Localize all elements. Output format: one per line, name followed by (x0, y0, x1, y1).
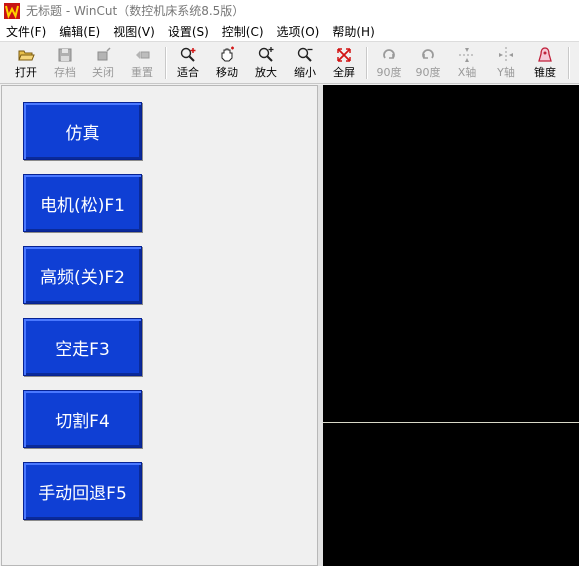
close-label: 关闭 (92, 66, 114, 79)
toolbar: 打开 存档 关闭 重置 适合 移动 放大 缩小 全屏 90度 90度 X轴 Y轴… (0, 42, 579, 84)
motor-toggle-button[interactable]: 电机(松)F1 (23, 174, 142, 232)
rotate-ccw-button[interactable]: 90度 (409, 45, 447, 81)
menu-file[interactable]: 文件(F) (0, 23, 53, 40)
taper-button[interactable]: 锥度 (526, 45, 564, 81)
menu-control[interactable]: 控制(C) (216, 23, 271, 40)
zoom-fit-icon (180, 47, 196, 62)
fullscreen-button[interactable]: 全屏 (325, 45, 363, 81)
toolbar-separator (366, 47, 368, 79)
rotate-cw-button[interactable]: 90度 (370, 45, 408, 81)
title-bar: 无标题 - WinCut（数控机床系统8.5版） (0, 0, 579, 21)
window-title: 无标题 - WinCut（数控机床系统8.5版） (26, 4, 245, 18)
zoom-in-icon (258, 47, 274, 62)
save-button[interactable]: 存档 (46, 45, 84, 81)
simulate-button[interactable]: 仿真 (23, 102, 142, 160)
rotate-cw-icon (383, 49, 395, 59)
drawing-canvas[interactable] (323, 85, 579, 566)
reset-icon (136, 51, 150, 59)
open-button[interactable]: 打开 (7, 45, 45, 81)
menu-view[interactable]: 视图(V) (107, 23, 162, 40)
open-folder-icon (18, 50, 35, 61)
toolbar-separator (165, 47, 167, 79)
dry-run-button[interactable]: 空走F3 (23, 318, 142, 376)
taper-icon (538, 47, 552, 62)
wincut-logo-icon (4, 2, 20, 19)
rotate-cw-label: 90度 (376, 66, 402, 79)
zoom-in-button[interactable]: 放大 (247, 45, 285, 81)
mirror-x-button[interactable]: X轴 (448, 45, 486, 81)
canvas-axis-line (323, 422, 579, 423)
close-button[interactable]: 关闭 (84, 45, 122, 81)
menu-options[interactable]: 选项(O) (271, 23, 327, 40)
zoom-out-button[interactable]: 缩小 (286, 45, 324, 81)
cut-button[interactable]: 切割F4 (23, 390, 142, 448)
fullscreen-icon (337, 48, 351, 62)
mirror-x-icon (459, 48, 475, 62)
mirror-x-label: X轴 (457, 66, 477, 79)
toolbar-separator (568, 47, 570, 79)
reset-button[interactable]: 重置 (123, 45, 161, 81)
move-button[interactable]: 移动 (208, 45, 246, 81)
reset-label: 重置 (131, 66, 153, 79)
save-disk-icon (58, 48, 72, 62)
mirror-y-button[interactable]: Y轴 (487, 45, 525, 81)
menu-bar: 文件(F) 编辑(E) 视图(V) 设置(S) 控制(C) 选项(O) 帮助(H… (0, 21, 579, 42)
close-file-icon (97, 47, 111, 61)
manual-retract-button[interactable]: 手动回退F5 (23, 462, 142, 520)
fullscreen-label: 全屏 (333, 66, 355, 79)
fit-label: 适合 (177, 66, 199, 79)
zoom-in-label: 放大 (255, 66, 277, 79)
save-label: 存档 (54, 66, 76, 79)
mirror-y-icon (499, 47, 513, 63)
taper-label: 锥度 (534, 66, 556, 79)
menu-help[interactable]: 帮助(H) (326, 23, 381, 40)
menu-edit[interactable]: 编辑(E) (53, 23, 107, 40)
move-label: 移动 (216, 66, 238, 79)
open-label: 打开 (15, 66, 37, 79)
pan-hand-icon (221, 46, 234, 62)
menu-settings[interactable]: 设置(S) (162, 23, 216, 40)
fit-button[interactable]: 适合 (169, 45, 207, 81)
rotate-ccw-label: 90度 (415, 66, 441, 79)
control-panel: 仿真 电机(松)F1 高频(关)F2 空走F3 切割F4 手动回退F5 (1, 85, 318, 566)
zoom-out-icon (297, 47, 313, 62)
zoom-out-label: 缩小 (294, 66, 316, 79)
rotate-ccw-icon (422, 49, 434, 59)
mirror-y-label: Y轴 (497, 66, 515, 79)
high-frequency-button[interactable]: 高频(关)F2 (23, 246, 142, 304)
